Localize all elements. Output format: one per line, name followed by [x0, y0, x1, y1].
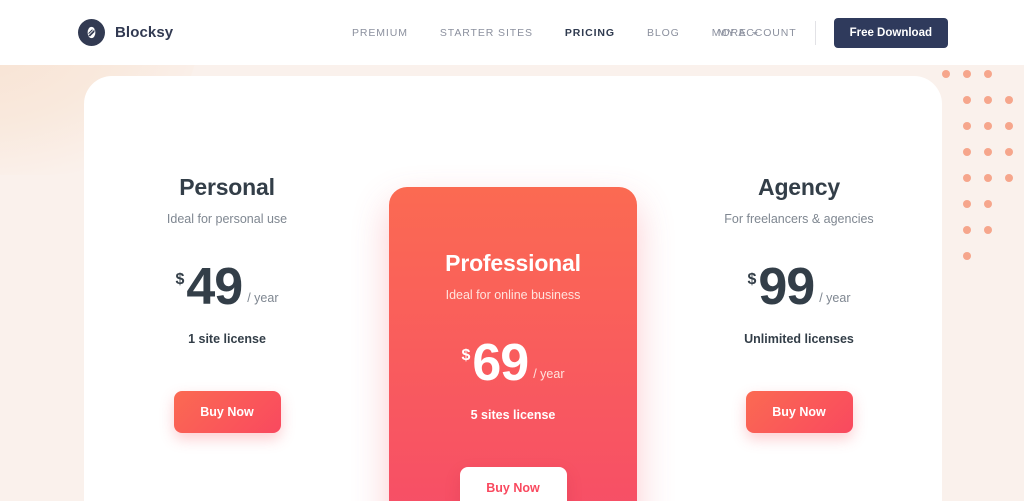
plan-license: Unlimited licenses: [744, 332, 854, 347]
plan-tagline: For freelancers & agencies: [724, 212, 874, 226]
decorative-dot: [963, 174, 971, 182]
price-currency: $: [461, 346, 471, 364]
decorative-dot: [963, 122, 971, 130]
plan-price: $ 49 / year: [175, 257, 279, 316]
price-period: / year: [819, 290, 851, 305]
decorative-dot: [1005, 122, 1013, 130]
decorative-dot: [963, 226, 971, 234]
nav-item-starter-sites[interactable]: STARTER SITES: [440, 21, 533, 45]
nav-item-premium[interactable]: PREMIUM: [352, 21, 408, 45]
nav-item-pricing-label: PRICING: [564, 26, 615, 39]
price-amount: 69: [472, 333, 529, 392]
pricing-plan-professional: Professional Ideal for online business $…: [370, 76, 656, 501]
plan-name: Agency: [758, 174, 840, 200]
site-header: Blocksy PREMIUM STARTER SITES PRICING BL…: [0, 0, 1024, 65]
nav-item-pricing[interactable]: PRICING: [565, 21, 615, 45]
pricing-hero: Personal Ideal for personal use $ 49 / y…: [0, 65, 1024, 501]
price-period: / year: [247, 290, 279, 305]
decorative-dot: [984, 96, 992, 104]
decorative-dot: [963, 96, 971, 104]
price-amount: 99: [758, 257, 815, 316]
decorative-dot: [984, 174, 992, 182]
main-navigation: PREMIUM STARTER SITES PRICING BLOG MORE: [352, 21, 758, 45]
nav-item-blog[interactable]: BLOG: [647, 21, 680, 45]
decorative-dot: [1005, 148, 1013, 156]
price-currency: $: [747, 270, 757, 288]
price-amount: 49: [186, 257, 243, 316]
decorative-dot-grid: [934, 65, 1024, 325]
pricing-plan-personal: Personal Ideal for personal use $ 49 / y…: [84, 76, 370, 501]
decorative-dot: [963, 200, 971, 208]
plan-license: 5 sites license: [470, 408, 556, 423]
header-actions: MY ACCOUNT Free Download: [718, 17, 948, 48]
price-currency: $: [175, 270, 185, 288]
decorative-dot: [984, 200, 992, 208]
plan-price: $ 99 / year: [747, 257, 851, 316]
decorative-dot: [1005, 174, 1013, 182]
nav-item-blog-label: BLOG: [646, 26, 680, 39]
pricing-page: Blocksy PREMIUM STARTER SITES PRICING BL…: [0, 0, 1024, 501]
plan-license: 1 site license: [188, 332, 266, 347]
featured-plan-card: Professional Ideal for online business $…: [389, 187, 637, 501]
buy-now-button-personal[interactable]: Buy Now: [173, 390, 281, 433]
price-period: / year: [533, 366, 565, 381]
header-divider: [814, 20, 816, 45]
pricing-panel: Personal Ideal for personal use $ 49 / y…: [84, 76, 942, 501]
brand-name: Blocksy: [115, 24, 174, 41]
plan-tagline: Ideal for personal use: [166, 212, 288, 226]
pricing-plan-agency: Agency For freelancers & agencies $ 99 /…: [656, 76, 942, 501]
buy-now-button-professional[interactable]: Buy Now: [459, 466, 567, 501]
decorative-dot: [984, 70, 992, 78]
plan-name: Personal: [179, 174, 275, 200]
decorative-dot: [963, 70, 971, 78]
decorative-dot: [942, 70, 950, 78]
plan-tagline: Ideal for online business: [445, 288, 581, 302]
decorative-dot: [984, 122, 992, 130]
free-download-button[interactable]: Free Download: [833, 17, 948, 48]
decorative-dot: [963, 252, 971, 260]
pricing-plans-row: Personal Ideal for personal use $ 49 / y…: [84, 76, 942, 501]
nav-item-starter-sites-label: STARTER SITES: [439, 26, 533, 39]
decorative-dot: [1005, 96, 1013, 104]
brand-logo[interactable]: Blocksy: [78, 19, 173, 46]
blocksy-logo-icon: [78, 19, 105, 46]
plan-price: $ 69 / year: [461, 333, 565, 392]
decorative-dot: [984, 226, 992, 234]
nav-item-premium-label: PREMIUM: [352, 26, 408, 39]
decorative-dot: [963, 148, 971, 156]
my-account-link[interactable]: MY ACCOUNT: [718, 27, 815, 39]
buy-now-button-agency[interactable]: Buy Now: [745, 390, 853, 433]
plan-name: Professional: [445, 250, 581, 276]
decorative-dot: [984, 148, 992, 156]
